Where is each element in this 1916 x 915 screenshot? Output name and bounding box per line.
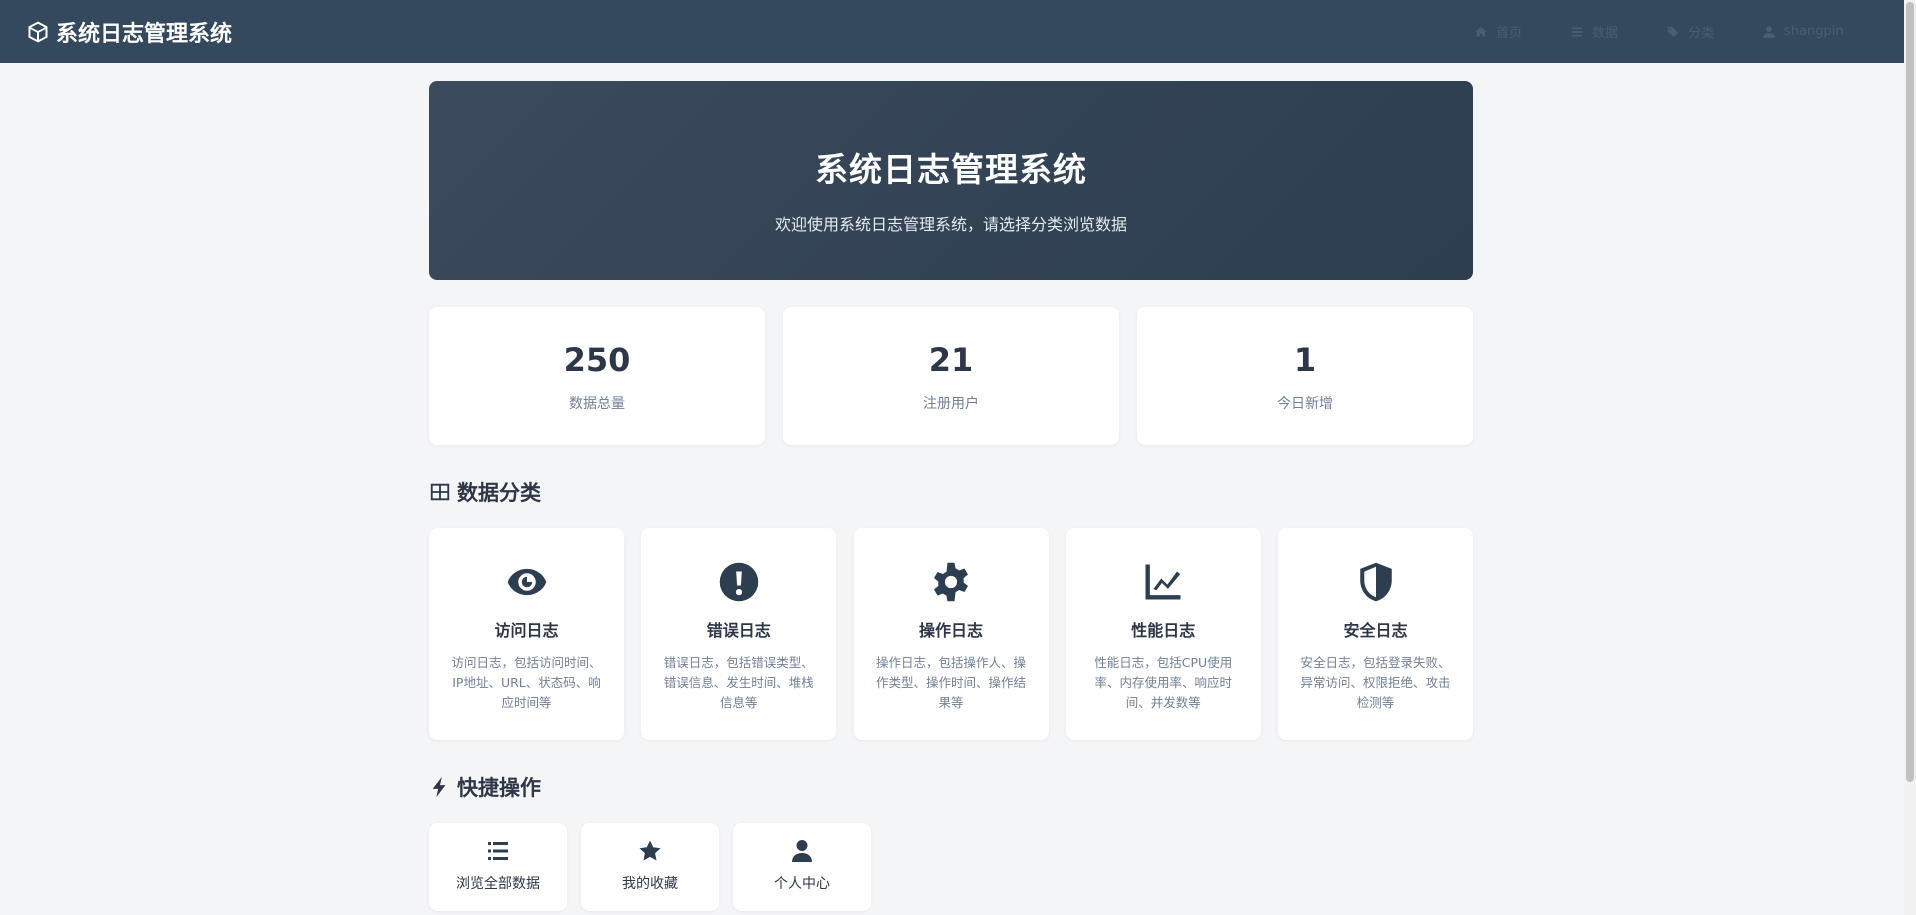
- brand-logo[interactable]: 系统日志管理系统: [26, 0, 232, 63]
- quick-label: 我的收藏: [622, 876, 678, 892]
- category-desc: 访问日志，包括访问时间、IP地址、URL、状态码、响应时间等: [451, 655, 602, 710]
- quick-profile[interactable]: 个人中心: [733, 823, 871, 911]
- category-title: 安全日志: [1343, 621, 1408, 640]
- chart-line-icon: [1145, 564, 1181, 600]
- bolt-icon: [432, 776, 446, 798]
- user-icon: [792, 840, 812, 862]
- hero-banner: 系统日志管理系统 欢迎使用系统日志管理系统，请选择分类浏览数据: [429, 81, 1473, 280]
- stat-card-total: 250 数据总量: [429, 307, 765, 445]
- nav-categories[interactable]: 分类: [1666, 22, 1722, 41]
- category-card-performance[interactable]: 性能日志 性能日志，包括CPU使用率、内存使用率、响应时间、并发数等: [1065, 528, 1261, 740]
- nav-home[interactable]: 首页: [1474, 22, 1530, 41]
- nav-categories-label: 分类: [1688, 26, 1715, 41]
- quick-section-label: 快捷操作: [457, 776, 541, 800]
- category-title: 性能日志: [1131, 621, 1196, 640]
- categories-section-title: 数据分类: [429, 477, 1473, 507]
- star-icon: [639, 840, 661, 861]
- quick-actions-row: 浏览全部数据 我的收藏 个人中心: [429, 823, 1473, 911]
- main-container: 系统日志管理系统 欢迎使用系统日志管理系统，请选择分类浏览数据 250 数据总量…: [429, 81, 1473, 911]
- nav-data[interactable]: 数据: [1570, 22, 1626, 41]
- category-title: 操作日志: [918, 621, 983, 640]
- category-title: 访问日志: [494, 621, 559, 640]
- category-desc: 错误日志，包括错误类型、错误信息、发生时间、堆栈信息等: [663, 655, 814, 710]
- stats-row: 250 数据总量 21 注册用户 1 今日新增: [429, 307, 1473, 445]
- category-card-security[interactable]: 安全日志 安全日志，包括登录失败、异常访问、权限拒绝、攻击检测等: [1278, 528, 1473, 740]
- page-scrollbar[interactable]: [1904, 0, 1916, 915]
- stat-label: 注册用户: [923, 396, 979, 412]
- category-desc: 操作日志，包括操作人、操作类型、操作时间、操作结果等: [875, 655, 1026, 710]
- nav-links: 首页 数据 分类 shangpin: [1474, 0, 1884, 63]
- quick-favorites[interactable]: 我的收藏: [581, 823, 719, 911]
- nav-data-label: 数据: [1592, 26, 1619, 41]
- tags-icon: [1667, 26, 1679, 37]
- categories-row: 访问日志 访问日志，包括访问时间、IP地址、URL、状态码、响应时间等 错误日志…: [429, 528, 1473, 740]
- quick-label: 个人中心: [774, 876, 830, 892]
- stat-card-users: 21 注册用户: [783, 307, 1119, 445]
- gear-icon: [934, 562, 968, 602]
- category-desc: 安全日志，包括登录失败、异常访问、权限拒绝、攻击检测等: [1300, 655, 1451, 710]
- cube-icon: [28, 21, 48, 42]
- list-icon: [488, 842, 508, 860]
- quick-label: 浏览全部数据: [456, 876, 540, 892]
- top-navbar: 系统日志管理系统 首页 数据 分类 shangpin: [0, 0, 1904, 63]
- nav-user[interactable]: shangpin: [1762, 24, 1844, 39]
- stat-label: 今日新增: [1277, 396, 1333, 412]
- category-desc: 性能日志，包括CPU使用率、内存使用率、响应时间、并发数等: [1094, 655, 1233, 710]
- quick-browse-all[interactable]: 浏览全部数据: [429, 823, 567, 911]
- shield-icon: [1359, 562, 1392, 602]
- category-card-access[interactable]: 访问日志 访问日志，包括访问时间、IP地址、URL、状态码、响应时间等: [429, 528, 624, 740]
- stat-label: 数据总量: [569, 396, 625, 412]
- exclamation-icon: [719, 562, 758, 602]
- eye-icon: [507, 568, 546, 596]
- stat-value: 1: [1293, 341, 1317, 379]
- stat-value: 21: [928, 341, 974, 379]
- category-card-operation[interactable]: 操作日志 操作日志，包括操作人、操作类型、操作时间、操作结果等: [853, 528, 1049, 740]
- quick-section-title: 快捷操作: [429, 772, 1473, 802]
- user-icon: [1763, 25, 1775, 38]
- category-card-error[interactable]: 错误日志 错误日志，包括错误类型、错误信息、发生时间、堆栈信息等: [641, 528, 837, 740]
- home-icon: [1475, 26, 1487, 37]
- hero-title: 系统日志管理系统: [815, 150, 1087, 189]
- hero-subtitle: 欢迎使用系统日志管理系统，请选择分类浏览数据: [774, 215, 1127, 234]
- category-title: 错误日志: [706, 621, 771, 640]
- nav-user-label: shangpin: [1784, 24, 1844, 39]
- categories-section-label: 数据分类: [457, 481, 541, 505]
- grid-icon: [430, 483, 450, 501]
- stat-value: 250: [563, 341, 631, 379]
- scrollbar-thumb[interactable]: [1906, 2, 1914, 782]
- list-icon: [1571, 26, 1583, 37]
- nav-home-label: 首页: [1496, 26, 1523, 41]
- brand-title: 系统日志管理系统: [56, 21, 233, 47]
- stat-card-today: 1 今日新增: [1137, 307, 1473, 445]
